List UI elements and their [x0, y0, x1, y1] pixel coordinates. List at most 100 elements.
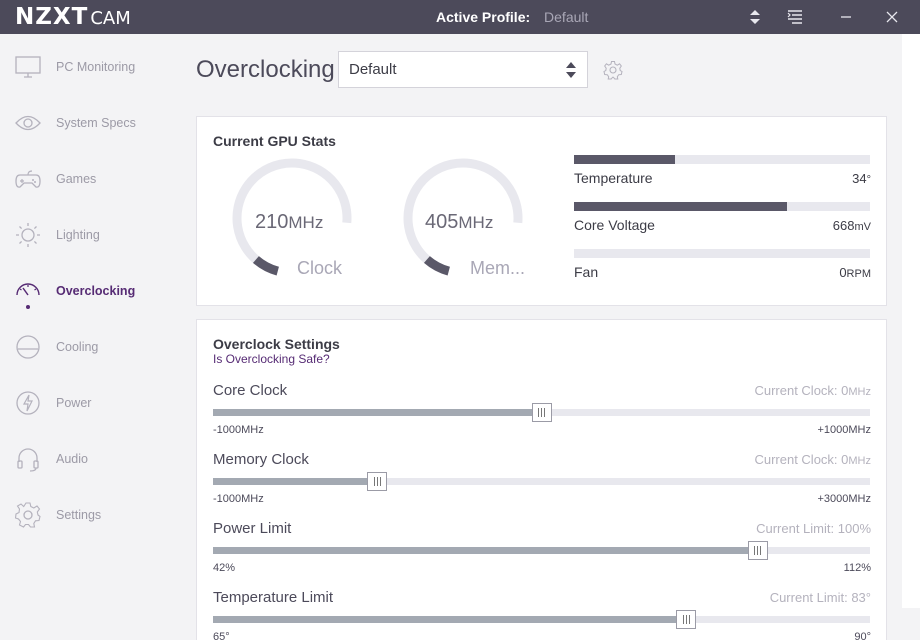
temperature-limit-current-value: 83	[851, 590, 866, 605]
overclocking-safe-link[interactable]: Is Overclocking Safe?	[213, 352, 330, 366]
sidebar-item-cooling[interactable]: Cooling	[0, 327, 180, 367]
sidebar-item-power[interactable]: Power	[0, 383, 180, 423]
core-clock-current: Current Clock: 0MHz	[754, 383, 871, 398]
sidebar-item-label: Settings	[56, 508, 102, 522]
power-limit-current-value: 100	[837, 521, 860, 536]
overclock-settings-title: Overclock Settings	[213, 336, 340, 352]
profile-switch-button[interactable]	[735, 0, 775, 34]
core-voltage-unit: mV	[854, 221, 872, 233]
core-voltage-number: 668	[832, 218, 855, 233]
sidebar-item-label: Cooling	[56, 340, 99, 354]
memory-gauge-unit: MHz	[458, 213, 494, 232]
temperature-value: 34°	[852, 171, 871, 186]
scrollbar-track[interactable]	[902, 34, 920, 608]
memory-gauge-number: 405	[425, 211, 459, 233]
temperature-limit-max: 90°	[854, 631, 871, 640]
temperature-limit-current-label: Current Limit:	[769, 590, 852, 605]
sidebar-item-games[interactable]: Games	[0, 159, 180, 199]
sidebar-item-label: Lighting	[56, 228, 100, 242]
core-clock-label: Core Clock	[213, 382, 288, 399]
fan-number: 0	[839, 265, 847, 280]
menu-icon	[787, 10, 802, 24]
memory-clock-current-unit: MHz	[848, 455, 871, 467]
sidebar-item-settings[interactable]: Settings	[0, 495, 180, 535]
sidebar-item-system-specs[interactable]: System Specs	[0, 103, 180, 143]
sidebar-item-label: PC Monitoring	[56, 60, 136, 74]
core-clock-slider-thumb[interactable]	[531, 403, 552, 422]
memory-clock-label: Memory Clock	[213, 451, 309, 468]
memory-clock-current: Current Clock: 0MHz	[754, 452, 871, 467]
temperature-bar-fill	[574, 155, 675, 164]
headphones-icon	[14, 445, 42, 473]
sidebar-item-overclocking[interactable]: Overclocking	[0, 271, 180, 311]
clock-gauge-number: 210	[255, 211, 289, 233]
fan-unit: RPM	[846, 268, 871, 280]
gpu-stats-title: Current GPU Stats	[213, 133, 336, 149]
active-profile[interactable]: Active Profile: Default	[436, 9, 588, 25]
temperature-limit-slider-thumb[interactable]	[676, 610, 697, 629]
power-limit-min: 42%	[213, 562, 236, 574]
active-profile-value: Default	[544, 9, 589, 25]
temperature-limit-slider-fill	[213, 616, 687, 623]
close-button[interactable]	[872, 0, 912, 34]
speedometer-icon	[14, 277, 42, 305]
fan-label: Fan	[574, 264, 599, 280]
temperature-limit-current: Current Limit: 83°	[770, 590, 871, 605]
core-voltage-bar-fill	[574, 202, 788, 211]
memory-gauge-value: 405MHz	[425, 211, 493, 234]
cooling-icon	[14, 333, 42, 361]
sidebar-item-label: Power	[56, 396, 92, 410]
monitor-icon	[14, 53, 42, 81]
memory-clock-slider[interactable]	[213, 472, 870, 491]
gamepad-icon	[14, 165, 42, 193]
memory-clock-slider-thumb[interactable]	[367, 472, 388, 491]
memory-clock-min: -1000MHz	[213, 493, 264, 505]
active-indicator	[26, 305, 30, 309]
sidebar-item-label: Games	[56, 172, 97, 186]
sidebar-item-label: Audio	[56, 452, 88, 466]
temperature-label: Temperature	[574, 170, 653, 186]
minimize-button[interactable]	[826, 0, 866, 34]
temperature-limit-current-unit: °	[865, 590, 871, 605]
core-voltage-value: 668mV	[833, 218, 871, 233]
sidebar-item-pc-monitoring[interactable]: PC Monitoring	[0, 47, 180, 87]
core-clock-slider[interactable]	[213, 403, 870, 422]
sidebar-item-label: System Specs	[56, 116, 136, 130]
memory-gauge-label: Mem...	[470, 258, 526, 278]
power-limit-current: Current Limit: 100%	[756, 521, 871, 536]
logo-sub: CAM	[90, 8, 131, 29]
profile-select-value: Default	[349, 61, 397, 78]
memory-clock-max: +3000MHz	[817, 493, 871, 505]
power-limit-current-label: Current Limit:	[756, 521, 838, 536]
gear-icon	[14, 501, 42, 529]
core-voltage-bar	[574, 202, 870, 211]
title-bar: NZXT CAM Active Profile: Default	[0, 0, 920, 34]
select-arrows-icon	[566, 62, 576, 78]
temperature-limit-min: 65°	[213, 631, 230, 640]
app-logo: NZXT CAM	[15, 4, 131, 30]
core-clock-current-label: Current Clock:	[754, 383, 842, 398]
power-limit-slider-fill	[213, 547, 758, 554]
sidebar-item-label: Overclocking	[56, 284, 136, 298]
profile-select[interactable]: Default	[338, 51, 588, 88]
temperature-limit-slider[interactable]	[213, 610, 870, 629]
clock-gauge-value: 210MHz	[255, 211, 323, 234]
memory-clock-slider-fill	[213, 478, 378, 485]
core-clock-current-unit: MHz	[848, 386, 871, 398]
logo-main: NZXT	[15, 4, 89, 30]
temperature-number: 34	[852, 171, 867, 186]
temperature-bar	[574, 155, 870, 164]
power-limit-slider[interactable]	[213, 541, 870, 560]
sidebar-item-audio[interactable]: Audio	[0, 439, 180, 479]
menu-button[interactable]	[775, 0, 815, 34]
eye-icon	[14, 109, 42, 137]
power-bolt-icon	[14, 389, 42, 417]
profile-settings-gear-icon[interactable]	[603, 60, 623, 80]
sidebar-item-lighting[interactable]: Lighting	[0, 215, 180, 255]
core-clock-slider-fill	[213, 409, 542, 416]
temperature-limit-label: Temperature Limit	[213, 589, 334, 606]
core-clock-min: -1000MHz	[213, 424, 264, 436]
fan-bar	[574, 249, 870, 258]
power-limit-slider-thumb[interactable]	[747, 541, 768, 560]
clock-gauge-label: Clock	[297, 258, 343, 278]
